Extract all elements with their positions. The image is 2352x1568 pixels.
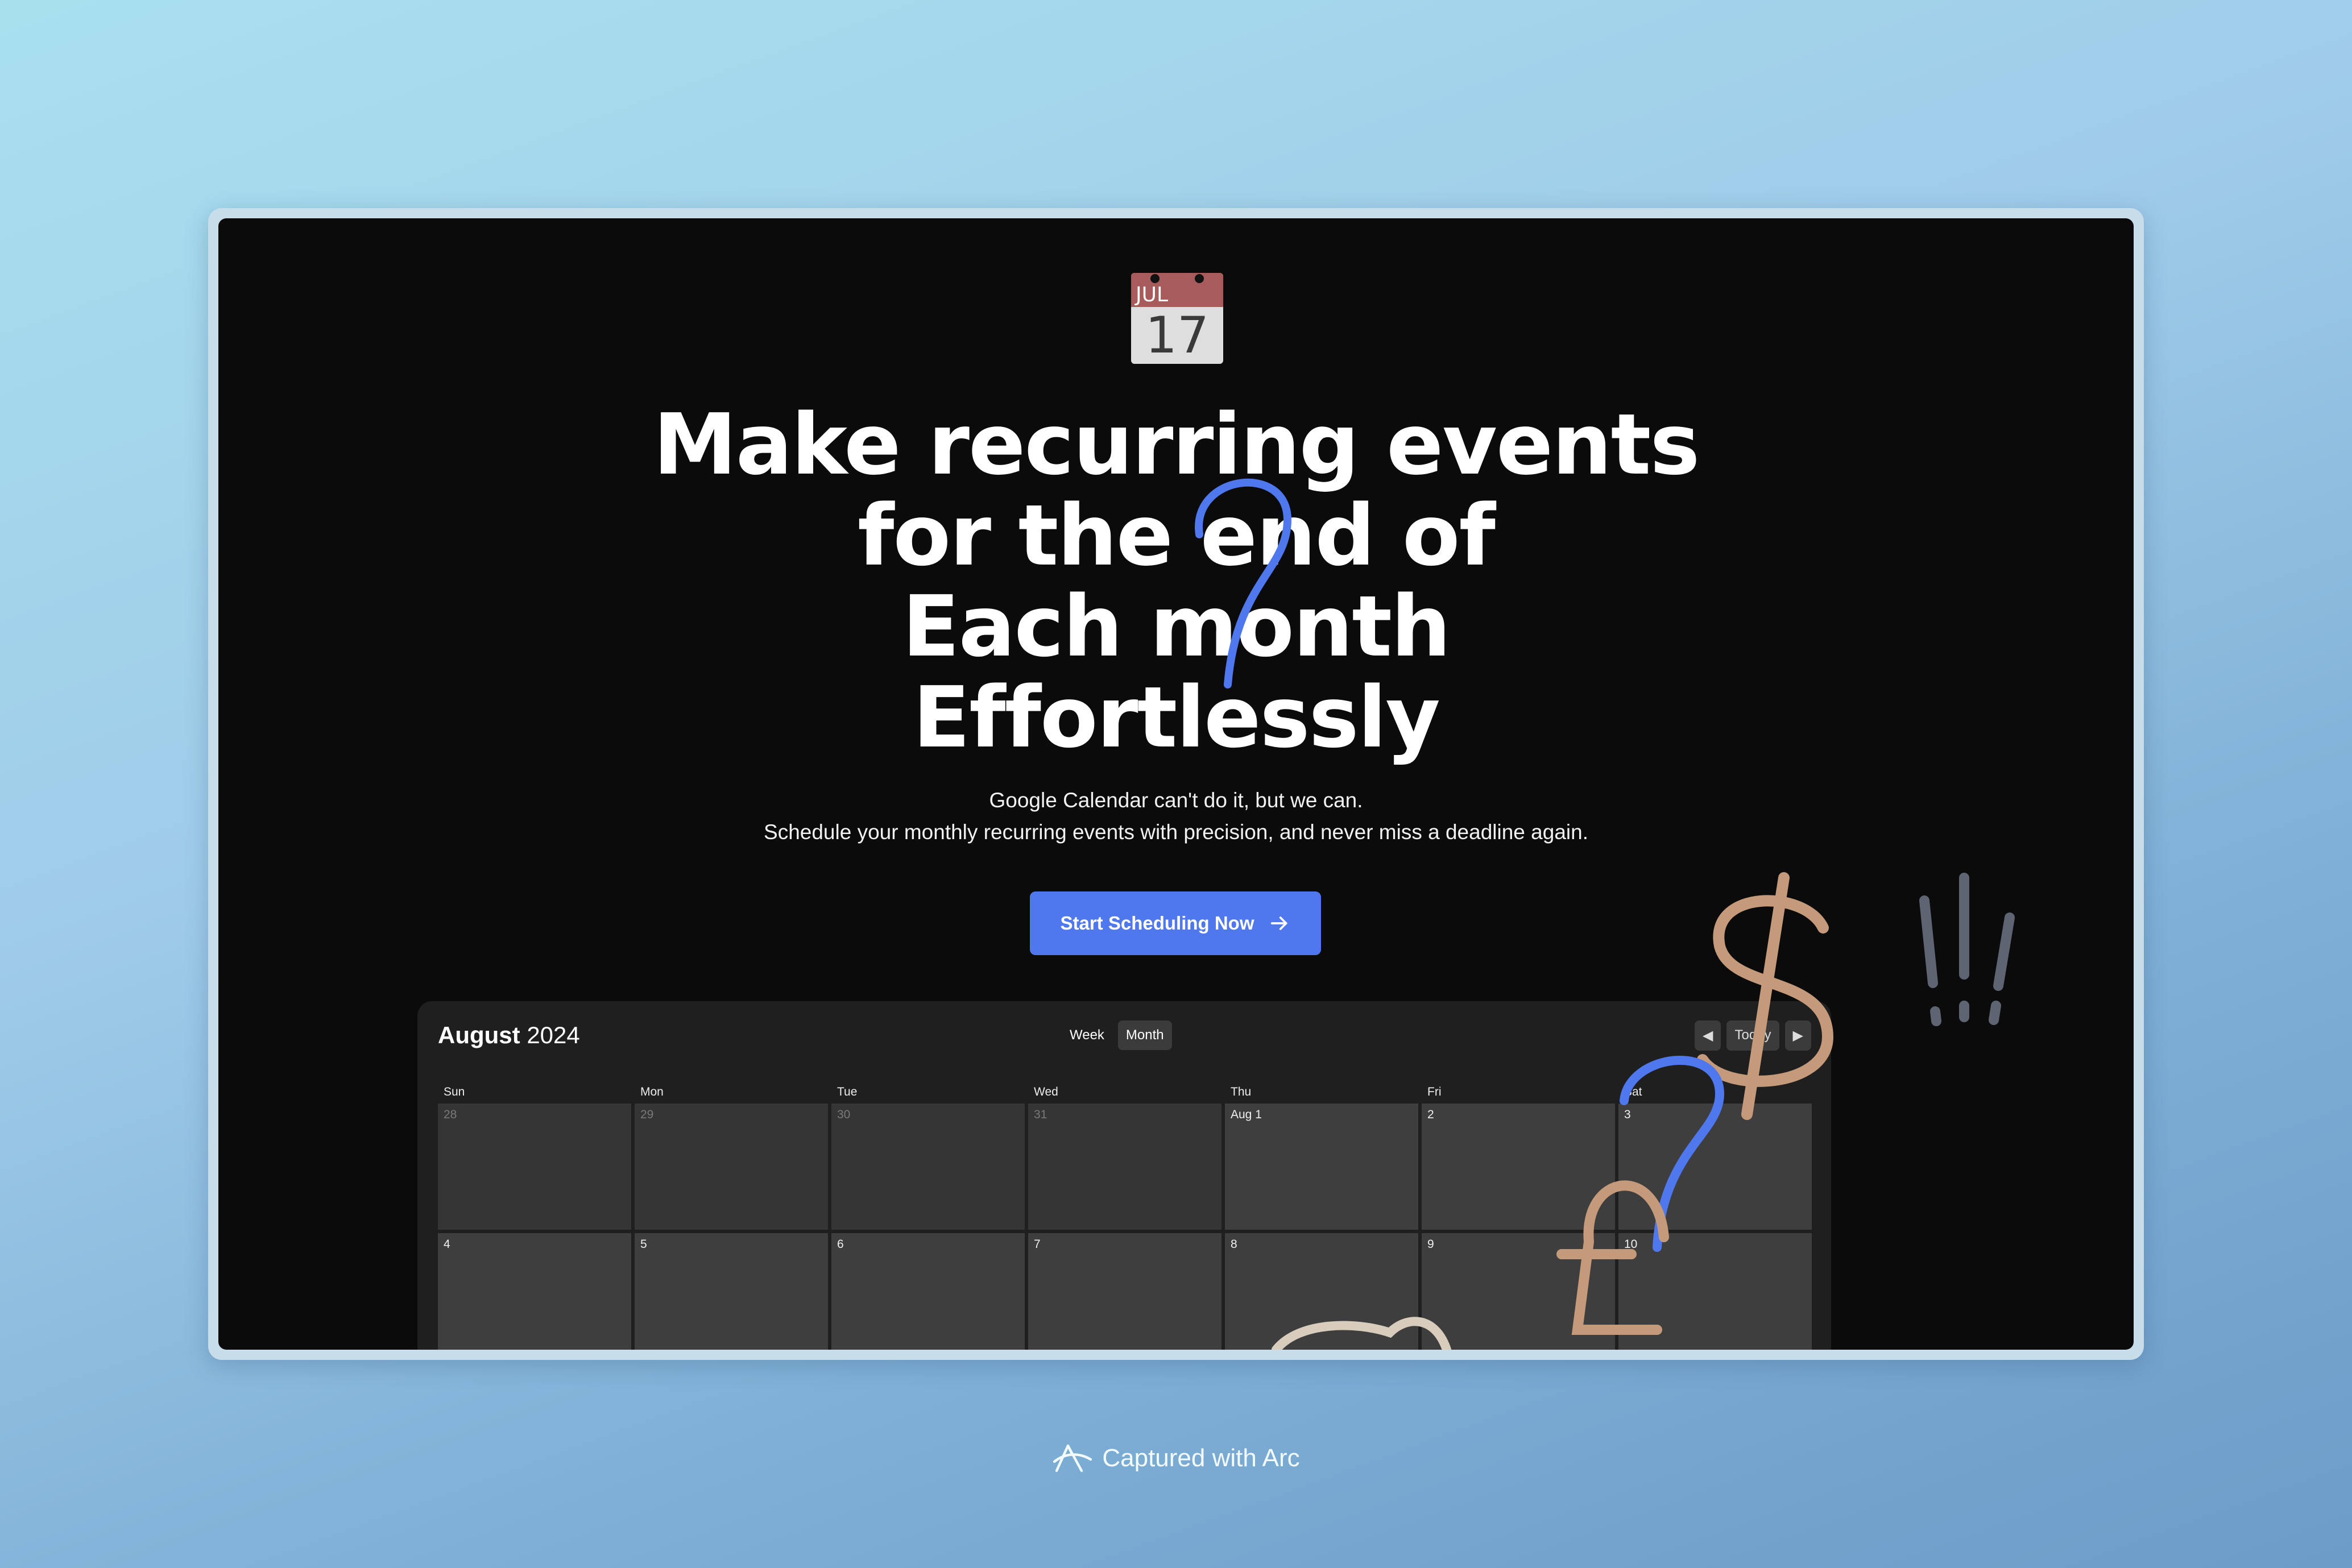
day-cell[interactable]: 31: [1028, 1104, 1221, 1230]
weekday-header: Wed: [1034, 1085, 1058, 1098]
day-cell[interactable]: 3: [1618, 1104, 1812, 1230]
prev-month-button[interactable]: ◀: [1695, 1021, 1721, 1051]
exclamation-marks-doodle-icon: [1919, 873, 2015, 1026]
day-cell[interactable]: 5: [635, 1233, 828, 1350]
footer-label: Captured with Arc: [1102, 1444, 1300, 1472]
next-month-button[interactable]: ▶: [1784, 1021, 1811, 1051]
calendar-emoji-icon: JUL 17: [1131, 273, 1223, 364]
subtitle-line: Schedule your monthly recurring events w…: [764, 820, 1588, 844]
hero-subtitle: Google Calendar can't do it, but we can.…: [218, 785, 2134, 848]
calendar-icon-month: JUL: [1136, 283, 1169, 306]
weekday-header: Thu: [1231, 1085, 1252, 1098]
page-viewport: JUL 17 Make recurring events for the end…: [218, 218, 2134, 1350]
hero-headline: Make recurring events for the end of Eac…: [218, 399, 2134, 763]
calendar-month: August: [438, 1022, 520, 1048]
day-number: 8: [1231, 1238, 1237, 1251]
day-number: 2: [1427, 1108, 1434, 1121]
arc-logo-icon: [1053, 1444, 1092, 1472]
calendar-preview: August 2024 Week Month ◀ Today ▶ Sun Mon…: [417, 1001, 1831, 1350]
day-number: 6: [837, 1238, 844, 1251]
weekday-header: Mon: [640, 1085, 664, 1098]
headline-line: Make recurring events: [653, 396, 1700, 493]
day-number: Aug 1: [1231, 1108, 1262, 1121]
weekday-header: Sat: [1624, 1085, 1642, 1098]
week-view-button[interactable]: Week: [1062, 1021, 1112, 1050]
day-number: 9: [1427, 1238, 1434, 1251]
day-cell[interactable]: 7: [1028, 1233, 1221, 1350]
day-cell[interactable]: 2: [1422, 1104, 1615, 1230]
calendar-year: 2024: [527, 1022, 580, 1048]
cta-label: Start Scheduling Now: [1060, 912, 1254, 934]
day-number: 5: [640, 1238, 647, 1251]
day-number: 4: [444, 1238, 450, 1251]
month-grid: Sun Mon Tue Wed Thu Fri Sat 28 29 30 31 …: [438, 1085, 1812, 1350]
weekday-header: Tue: [837, 1085, 858, 1098]
day-number: 3: [1624, 1108, 1631, 1121]
subtitle-line: Google Calendar can't do it, but we can.: [989, 789, 1363, 812]
calendar-nav: ◀ Today ▶: [1695, 1021, 1811, 1051]
day-cell[interactable]: 9: [1422, 1233, 1615, 1350]
arrow-right-icon: [1270, 916, 1287, 930]
day-cell[interactable]: 8: [1225, 1233, 1418, 1350]
browser-window: JUL 17 Make recurring events for the end…: [208, 208, 2144, 1360]
weekday-header: Sun: [444, 1085, 465, 1098]
view-toggle: Week Month: [1062, 1021, 1172, 1050]
today-button[interactable]: Today: [1726, 1021, 1779, 1051]
day-number: 28: [444, 1108, 457, 1121]
day-cell[interactable]: Aug 1: [1225, 1104, 1418, 1230]
day-number: 10: [1624, 1238, 1638, 1251]
calendar-icon-day: 17: [1145, 306, 1209, 364]
day-number: 31: [1034, 1108, 1047, 1121]
day-cell[interactable]: 4: [438, 1233, 631, 1350]
day-cell[interactable]: 30: [831, 1104, 1025, 1230]
day-number: 7: [1034, 1238, 1041, 1251]
day-number: 30: [837, 1108, 851, 1121]
weekday-header: Fri: [1427, 1085, 1442, 1098]
headline-line: for the end of: [858, 487, 1496, 584]
month-view-button[interactable]: Month: [1117, 1021, 1172, 1050]
calendar-title: August 2024: [438, 1022, 580, 1049]
headline-line: Each month: [902, 578, 1451, 675]
day-cell[interactable]: 6: [831, 1233, 1025, 1350]
captured-with-arc-footer: Captured with Arc: [0, 1441, 2352, 1476]
day-number: 29: [640, 1108, 654, 1121]
start-scheduling-button[interactable]: Start Scheduling Now: [1030, 891, 1321, 955]
day-cell[interactable]: 10: [1618, 1233, 1812, 1350]
day-cell[interactable]: 29: [635, 1104, 828, 1230]
day-cell[interactable]: 28: [438, 1104, 631, 1230]
headline-line: Effortlessly: [913, 669, 1440, 766]
